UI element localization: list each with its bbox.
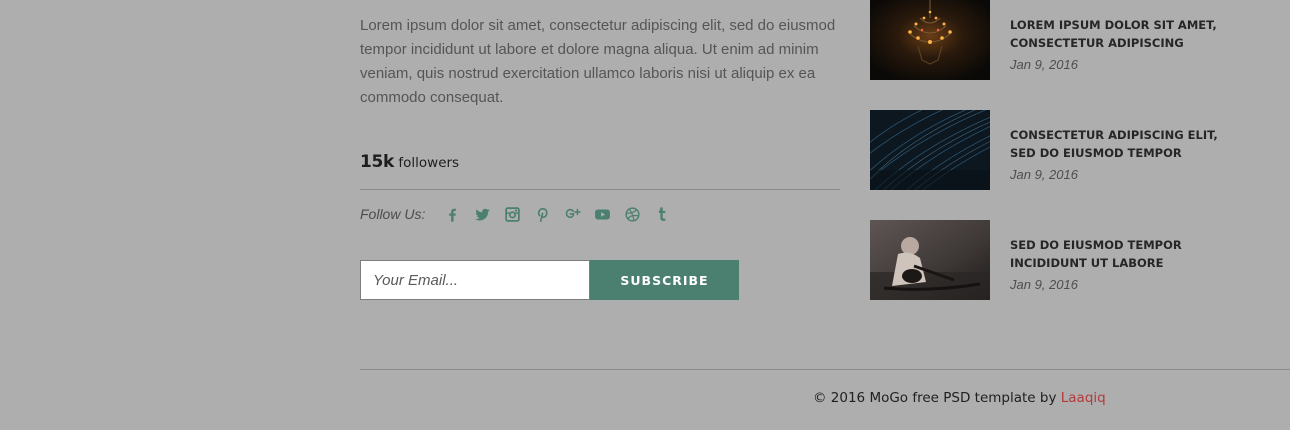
follow-us-row: Follow Us: — [360, 203, 684, 225]
post-item[interactable]: SED DO EIUSMOD TEMPOR INCIDIDUNT UT LABO… — [870, 220, 1290, 300]
copyright-text: © 2016 MoGo free PSD template by — [813, 390, 1057, 406]
post-date: Jan 9, 2016 — [1010, 167, 1078, 182]
copyright: © 2016 MoGo free PSD template by Laaqiq — [813, 390, 1106, 406]
social-links — [444, 206, 684, 223]
post-title[interactable]: LOREM IPSUM DOLOR SIT AMET, CONSECTETUR … — [1010, 16, 1230, 52]
post-item[interactable]: CONSECTETUR ADIPISCING ELIT, SED DO EIUS… — [870, 110, 1290, 190]
chandelier-image[interactable] — [870, 0, 990, 80]
subscribe-button[interactable]: SUBSCRIBE — [590, 260, 739, 300]
follow-us-label: Follow Us: — [360, 206, 426, 222]
followers-number: 15k — [360, 152, 395, 172]
footer-divider — [360, 369, 1290, 370]
star-trails-image[interactable] — [870, 110, 990, 190]
post-item[interactable]: LOREM IPSUM DOLOR SIT AMET, CONSECTETUR … — [870, 0, 1290, 80]
pinterest-icon[interactable] — [534, 206, 551, 223]
instagram-icon[interactable] — [504, 206, 521, 223]
tumblr-icon[interactable] — [654, 206, 671, 223]
twitter-icon[interactable] — [474, 206, 491, 223]
post-date: Jan 9, 2016 — [1010, 57, 1078, 72]
followers-count: 15k followers — [360, 152, 459, 172]
facebook-icon[interactable] — [444, 206, 461, 223]
followers-label: followers — [398, 155, 460, 171]
divider — [360, 189, 840, 190]
author-link[interactable]: Laaqiq — [1061, 390, 1106, 406]
google-plus-icon[interactable] — [564, 206, 582, 223]
email-input[interactable] — [360, 260, 590, 300]
post-date: Jan 9, 2016 — [1010, 277, 1078, 292]
post-title[interactable]: SED DO EIUSMOD TEMPOR INCIDIDUNT UT LABO… — [1010, 236, 1230, 272]
youtube-icon[interactable] — [594, 206, 611, 223]
post-title[interactable]: CONSECTETUR ADIPISCING ELIT, SED DO EIUS… — [1010, 126, 1230, 162]
about-text: Lorem ipsum dolor sit amet, consectetur … — [360, 17, 836, 106]
dribbble-icon[interactable] — [624, 206, 641, 223]
subscribe-form: SUBSCRIBE — [360, 260, 739, 300]
guitarist-image[interactable] — [870, 220, 990, 300]
